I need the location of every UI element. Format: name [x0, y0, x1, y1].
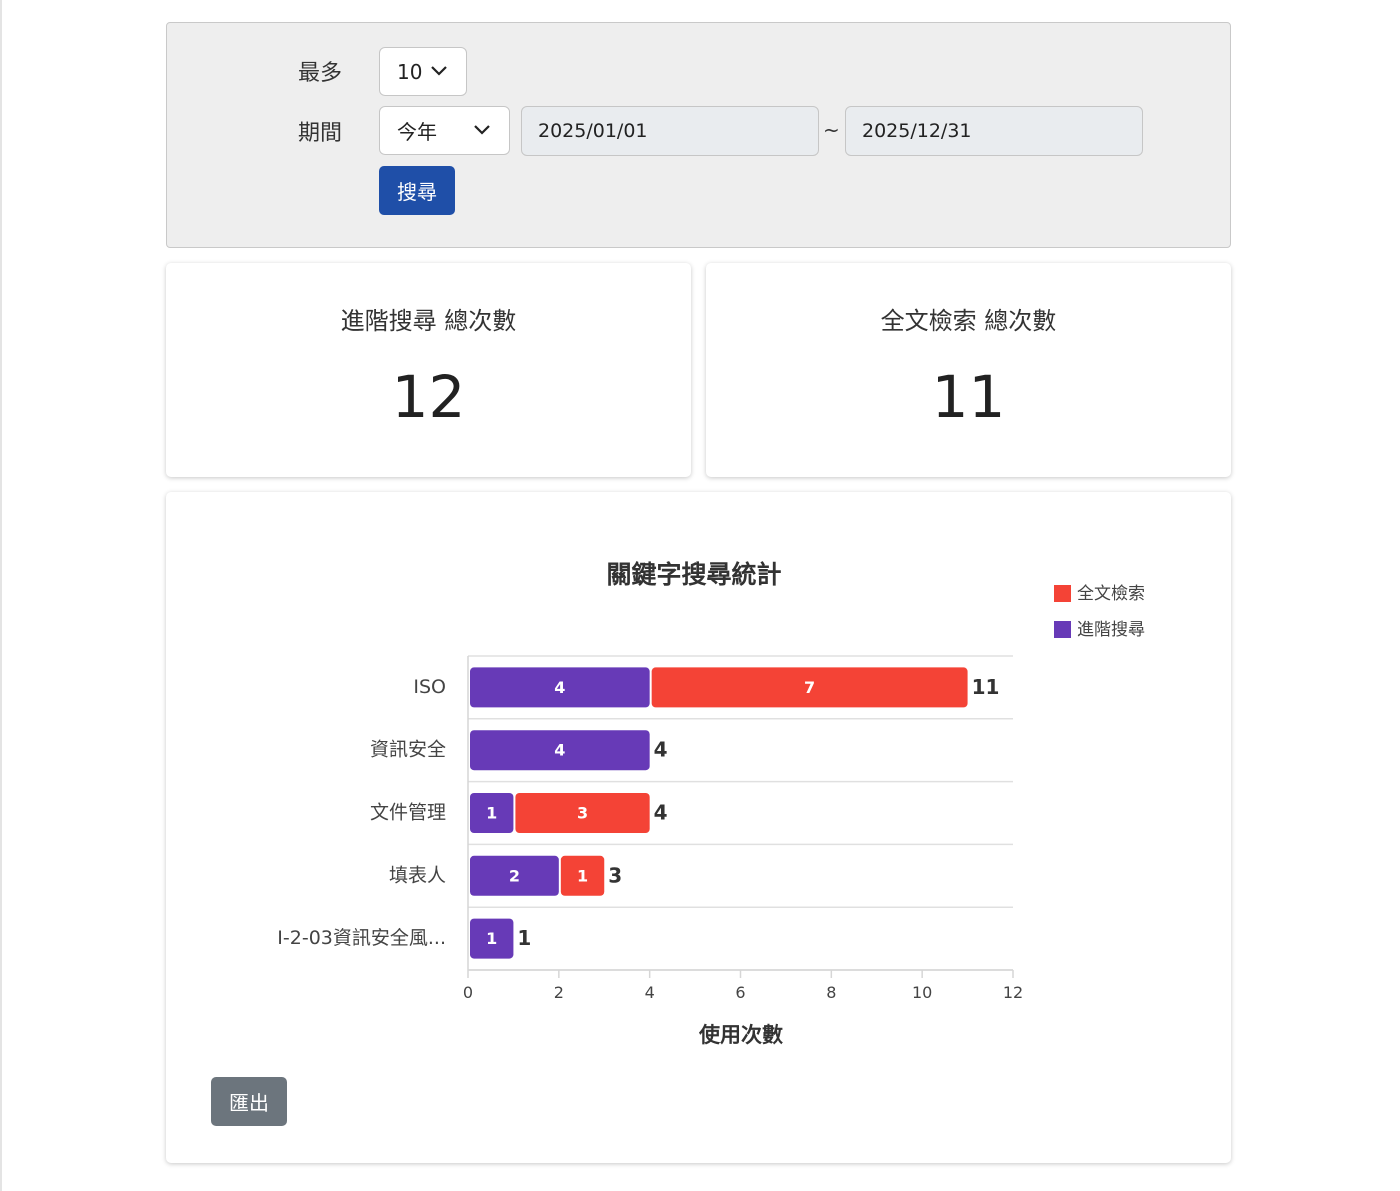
x-tick-label: 6 — [735, 983, 745, 1002]
bar-value-label: 1 — [577, 866, 588, 885]
max-count-select[interactable]: 10 — [379, 47, 467, 96]
legend-swatch — [1054, 585, 1071, 602]
keyword-chart-card: 關鍵字搜尋統計 ISO 4 7 11 資訊安全 4 4 文件管理 1 3 4 填表人 2 1 3 I-2-03資… — [166, 492, 1231, 1163]
max-label: 最多 — [298, 61, 343, 86]
end-date-field[interactable]: 2025/12/31 — [845, 106, 1143, 156]
bar-value-label: 2 — [509, 866, 520, 885]
bar-total-label: 11 — [972, 675, 1000, 699]
stat-title: 全文檢索 總次數 — [880, 307, 1057, 335]
bar-total-label: 4 — [654, 738, 668, 762]
period-label: 期間 — [298, 121, 343, 146]
bar-total-label: 4 — [654, 801, 668, 825]
x-tick-label: 0 — [463, 983, 473, 1002]
x-tick-label: 12 — [1003, 983, 1023, 1002]
bar-value-label: 1 — [486, 804, 497, 823]
chart-title: 關鍵字搜尋統計 — [606, 560, 781, 589]
advanced-search-total-card: 進階搜尋 總次數 12 — [166, 263, 691, 477]
y-tick-label: 填表人 — [389, 864, 446, 886]
stat-value: 12 — [391, 363, 466, 431]
bar-value-label: 7 — [804, 678, 815, 697]
bar-total-label: 3 — [608, 863, 622, 887]
x-tick-label: 4 — [645, 983, 655, 1002]
legend-label: 全文檢索 — [1077, 584, 1145, 604]
y-tick-label: I-2-03資訊安全風... — [277, 927, 446, 949]
x-axis-title: 使用次數 — [698, 1023, 783, 1047]
stat-title: 進階搜尋 總次數 — [340, 307, 517, 335]
legend-swatch — [1054, 621, 1071, 638]
keyword-bar-chart: 關鍵字搜尋統計ISO 4 7 11資訊安全 4 4文件管理 1 3 4填表人 2 1 3I-2-03資… — [277, 560, 1145, 1047]
bar-total-label: 1 — [517, 926, 531, 950]
stat-value: 11 — [931, 363, 1006, 431]
bar-value-label: 4 — [554, 741, 565, 760]
x-tick-label: 10 — [912, 983, 932, 1002]
x-tick-label: 8 — [826, 983, 836, 1002]
period-select[interactable]: 今年 — [379, 106, 510, 155]
bar-value-label: 1 — [486, 929, 497, 948]
bar-value-label: 3 — [577, 804, 588, 823]
bar-value-label: 4 — [554, 678, 565, 697]
y-tick-label: 資訊安全 — [370, 739, 446, 761]
chevron-down-icon — [431, 66, 447, 76]
start-date-field[interactable]: 2025/01/01 — [521, 106, 819, 156]
legend-label: 進階搜尋 — [1077, 620, 1145, 640]
y-tick-label: 文件管理 — [370, 802, 446, 824]
date-separator: ~ — [823, 118, 840, 142]
period-value: 今年 — [397, 120, 437, 144]
filter-panel: 最多 10 期間 今年 2025/01/01 ~ 2025/12/31 搜尋 — [166, 22, 1231, 248]
y-tick-label: ISO — [413, 676, 446, 698]
x-tick-label: 2 — [554, 983, 564, 1002]
export-button[interactable]: 匯出 — [211, 1077, 287, 1126]
search-button[interactable]: 搜尋 — [379, 166, 455, 215]
fulltext-search-total-card: 全文檢索 總次數 11 — [706, 263, 1231, 477]
max-count-value: 10 — [397, 59, 423, 84]
chevron-down-icon — [474, 125, 490, 135]
